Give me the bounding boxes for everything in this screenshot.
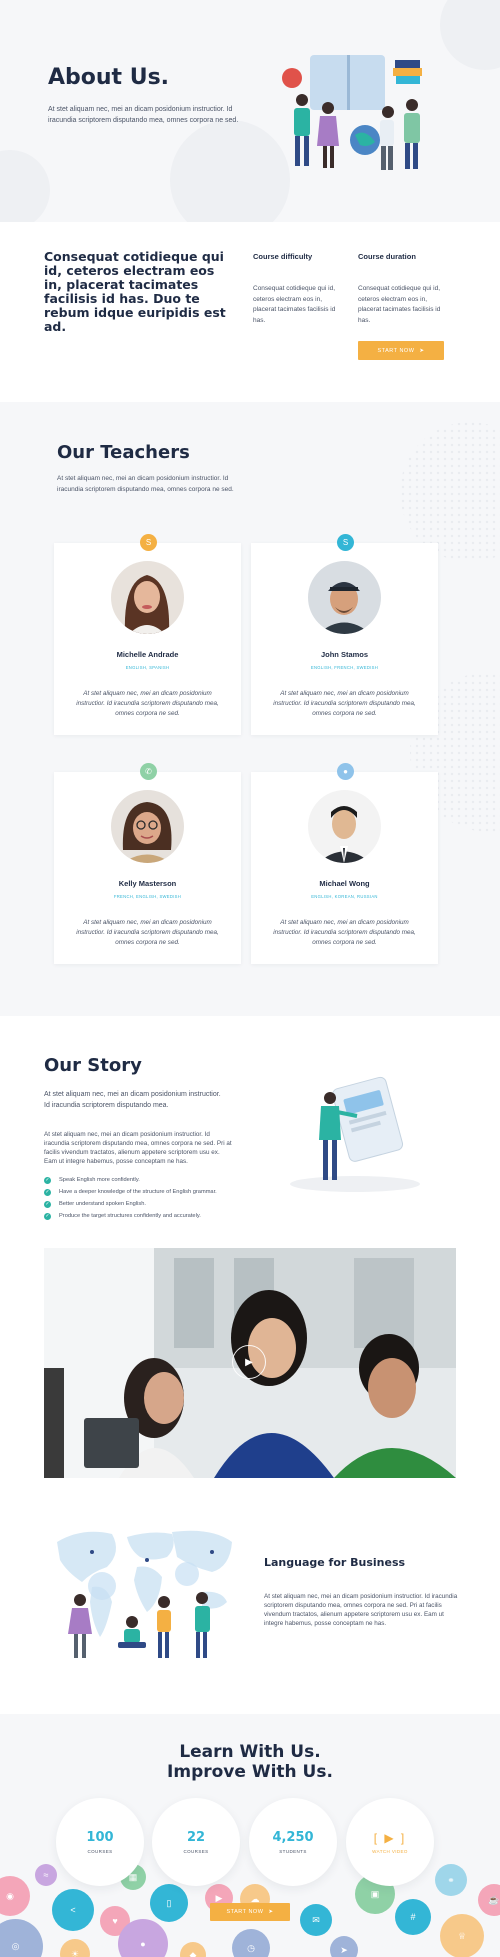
send-icon: ➤ [419, 347, 425, 354]
tag-icon: ◆ [180, 1942, 206, 1957]
course-duration-label: Course duration [358, 252, 416, 261]
teacher-photo-john [308, 561, 381, 634]
stat-students: 4,250 STUDENTS [249, 1798, 337, 1886]
wifi-icon: ≈ [35, 1864, 57, 1886]
play-icon[interactable]: ▶ [232, 1345, 266, 1379]
wechat-icon[interactable]: ● [337, 763, 354, 780]
teacher-languages: ENGLISH, KOREAN, RUSSIAN [311, 894, 378, 899]
share-icon: < [52, 1889, 94, 1931]
whatsapp-icon[interactable]: ✆ [140, 763, 157, 780]
teacher-bio: At stet aliquam nec, mei an dicam posido… [273, 919, 416, 946]
teacher-languages: ENGLISH, FRENCH, SWEDISH [310, 665, 379, 670]
mail-icon: ✉ [300, 1904, 332, 1936]
skype-icon[interactable]: S [140, 534, 157, 551]
course-duration-text: Consequat cotidieque qui id, ceteros ele… [358, 285, 441, 324]
hashtag-icon: # [395, 1899, 431, 1935]
check-icon: ✓ [44, 1176, 51, 1184]
background-circle [0, 150, 50, 222]
stat-value: 4,250 [272, 1830, 314, 1845]
teacher-name: Kelly Masterson [118, 879, 177, 888]
list-item: ✓ Better understand spoken English. [44, 1198, 217, 1210]
stat-value: 22 [186, 1830, 206, 1845]
check-icon: ✓ [44, 1188, 51, 1196]
start-now-button[interactable]: START NOW ➤ [358, 341, 444, 360]
start-now-label: START NOW [226, 1909, 264, 1915]
list-item: ✓ Have a deeper knowledge of the structur… [44, 1186, 217, 1198]
classroom-video-thumbnail[interactable]: ▶ [44, 1248, 456, 1478]
about-section: About Us. At stet aliquam nec, mei an di… [0, 0, 500, 222]
clock-icon: ◷ [232, 1929, 270, 1957]
phone-icon: ▯ [150, 1884, 188, 1922]
stat-label: COURSES [87, 1849, 113, 1854]
list-item: ✓ Speak English more confidently. [44, 1174, 217, 1186]
learn-section: Learn With Us. Improve With Us. ◉ ≈ < ◎ … [0, 1714, 500, 1957]
teacher-languages: ENGLISH, SPANISH [125, 665, 170, 670]
play-icon: [ ▶ ] [373, 1830, 407, 1845]
watch-video-label: WATCH VIDEO [372, 1848, 408, 1854]
stat-courses: 100 COURSES [56, 1798, 144, 1886]
story-lead: At stet aliquam nec, mei an dicam posido… [44, 1091, 221, 1109]
teacher-photo-kelly [111, 790, 184, 863]
course-heading: Consequat cotidieque qui id, ceteros ele… [44, 249, 226, 334]
teacher-photo-michelle [111, 561, 184, 634]
person-with-phone-illustration [290, 1076, 420, 1192]
teacher-card[interactable]: S Michelle Andrade ENGLISH, SPANISH At s… [54, 534, 241, 735]
teachers-title: Our Teachers [57, 442, 190, 463]
send-icon: ➤ [330, 1936, 358, 1957]
business-title: Language for Business [264, 1556, 406, 1569]
about-title: About Us. [48, 65, 170, 90]
background-circle [440, 0, 500, 70]
business-text: At stet aliquam nec, mei an dicam posido… [264, 1593, 458, 1627]
check-icon: ✓ [44, 1212, 51, 1220]
teacher-card[interactable]: ● Michael Wong ENGLISH, KOREAN, RUSSIAN … [251, 763, 438, 964]
learn-title: Learn With Us. Improve With Us. [0, 1742, 500, 1782]
location-icon: ◉ [0, 1876, 30, 1916]
course-difficulty-label: Course difficulty [253, 252, 313, 261]
students-reading-illustration [282, 55, 422, 170]
teacher-bio: At stet aliquam nec, mei an dicam posido… [76, 919, 219, 946]
list-item: ✓ Produce the target structures confident… [44, 1210, 217, 1222]
teacher-bio: At stet aliquam nec, mei an dicam posido… [273, 690, 416, 717]
story-title: Our Story [44, 1055, 142, 1076]
teacher-name: Michael Wong [319, 879, 370, 888]
teacher-name: John Stamos [320, 650, 369, 659]
teacher-card[interactable]: S John Stamos ENGLISH, FRENCH, SWEDISH A… [251, 534, 438, 735]
stat-courses: 22 COURSES [152, 1798, 240, 1886]
teachers-section: Our Teachers At stet aliquam nec, mei an… [0, 402, 500, 1016]
headphones-icon: ⚭ [435, 1864, 467, 1896]
teacher-photo-michael [308, 790, 381, 863]
stat-value: 100 [86, 1830, 114, 1845]
story-body: At stet aliquam nec, mei an dicam posido… [44, 1131, 232, 1165]
globe-icon: ◎ [0, 1919, 43, 1957]
stat-label: COURSES [183, 1849, 209, 1854]
watch-video-button[interactable]: [ ▶ ] WATCH VIDEO [346, 1798, 434, 1886]
list-item-text: Speak English more confidently. [59, 1177, 140, 1183]
teacher-card[interactable]: ✆ Kelly Masterson FRENCH, ENGLISH, SWEDI… [54, 763, 241, 964]
list-item-text: Produce the target structures confidentl… [59, 1213, 201, 1219]
crown-icon: ♕ [440, 1914, 484, 1957]
send-icon: ➤ [268, 1909, 274, 1915]
coffee-icon: ☕ [478, 1884, 500, 1916]
user-icon: ● [118, 1919, 168, 1957]
learn-title-line2: Improve With Us. [167, 1762, 333, 1782]
course-difficulty-text: Consequat cotidieque qui id, ceteros ele… [253, 285, 336, 324]
world-map-illustration [57, 1530, 232, 1658]
skype-icon[interactable]: S [337, 534, 354, 551]
list-item-text: Better understand spoken English. [59, 1201, 146, 1207]
course-info-section: Consequat cotidieque qui id, ceteros ele… [0, 222, 500, 402]
start-now-label: START NOW [377, 347, 415, 354]
story-checklist: ✓ Speak English more confidently. ✓ Have a… [44, 1174, 217, 1222]
teacher-bio: At stet aliquam nec, mei an dicam posido… [76, 690, 219, 717]
learn-title-line1: Learn With Us. [179, 1742, 321, 1762]
stat-label: STUDENTS [279, 1849, 307, 1854]
background-circle [170, 120, 290, 222]
teachers-intro: At stet aliquam nec, mei an dicam posido… [57, 475, 234, 493]
list-item-text: Have a deeper knowledge of the structure… [59, 1189, 217, 1195]
check-icon: ✓ [44, 1200, 51, 1208]
about-text: At stet aliquam nec, mei an dicam posido… [48, 106, 239, 124]
teacher-languages: FRENCH, ENGLISH, SWEDISH [113, 894, 182, 899]
start-now-button[interactable]: START NOW ➤ [210, 1903, 290, 1921]
bulb-icon: ☀ [60, 1939, 90, 1957]
teacher-name: Michelle Andrade [116, 650, 179, 659]
